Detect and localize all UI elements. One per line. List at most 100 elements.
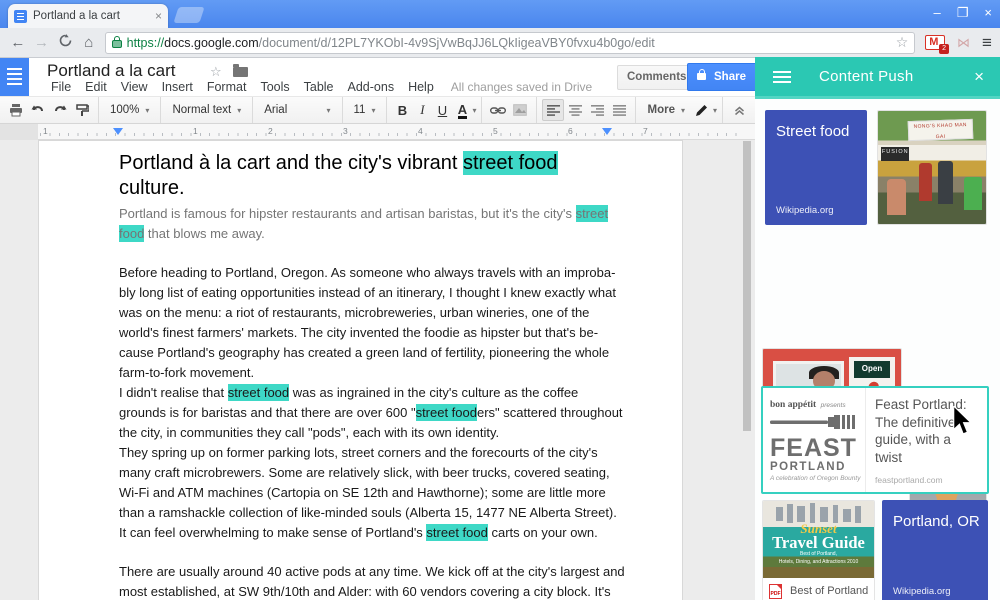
menu-help[interactable]: Help (401, 80, 441, 94)
card-title: Feast Portland: The definitive guide, wi… (875, 396, 981, 466)
lock-icon (697, 73, 706, 80)
doc-block-spacer (119, 543, 622, 562)
fork-icon (770, 415, 861, 434)
paragraph-style-select[interactable]: Normal text▾ (166, 99, 247, 121)
menu-edit[interactable]: Edit (78, 80, 114, 94)
secure-lock-icon (112, 40, 122, 48)
ruler-ticks (40, 133, 740, 136)
font-select[interactable]: Arial▾ (258, 99, 336, 121)
panel-close-icon[interactable]: × (974, 67, 984, 87)
menu-format[interactable]: Format (200, 80, 254, 94)
comments-button[interactable]: Comments (617, 65, 696, 90)
document-scrollbar[interactable] (742, 141, 752, 600)
edit-mode-dropdown-icon[interactable]: ▾ (713, 106, 717, 115)
url-host: docs.google.com (164, 36, 259, 50)
address-bar[interactable]: https://docs.google.com/document/d/12PL7… (105, 32, 916, 54)
align-right-button[interactable] (586, 99, 608, 121)
highlighted-text: street food (426, 524, 487, 541)
card-title: Street food (765, 110, 867, 141)
ruler-number: 3 (343, 126, 348, 136)
menu-file[interactable]: File (44, 80, 78, 94)
window-restore-button[interactable]: ❐ (957, 4, 969, 22)
print-button[interactable] (5, 99, 27, 121)
browser-toolbar: ← → ⌂ https://docs.google.com/document/d… (0, 28, 1000, 58)
text-color-dropdown-icon[interactable]: ▾ (472, 106, 476, 115)
collapse-toolbar-icon[interactable] (728, 99, 750, 121)
document-area: Portland à la cart and the city's vibran… (0, 140, 755, 600)
align-center-button[interactable] (564, 99, 586, 121)
insert-image-button[interactable] (509, 99, 531, 121)
card-feast-portland[interactable]: bon appétit presents FEAST PORTLAND A ce… (761, 386, 989, 494)
docs-logo-icon[interactable] (0, 58, 29, 96)
ruler-number: 1 (193, 126, 198, 136)
font-size-select[interactable]: 11▾ (348, 99, 382, 121)
document-title[interactable]: Portland a la cart (47, 61, 176, 81)
card-sunset-travel-guide[interactable]: Sunset Travel Guide Best of Portland,Hot… (762, 500, 875, 600)
document-page[interactable]: Portland à la cart and the city's vibran… (38, 140, 683, 600)
undo-button[interactable] (27, 99, 49, 121)
zoom-select[interactable]: 100%▾ (104, 99, 155, 121)
window-minimize-button[interactable]: – (934, 4, 941, 22)
panel-title: Content Push (819, 68, 914, 85)
move-to-folder-icon[interactable] (233, 67, 248, 77)
menu-tools[interactable]: Tools (253, 80, 296, 94)
feast-logo: bon appétit presents FEAST PORTLAND A ce… (763, 388, 866, 492)
edit-mode-pen-icon[interactable] (691, 99, 713, 121)
ruler-number: 1 (43, 126, 48, 136)
redo-button[interactable] (49, 99, 71, 121)
ruler-number: 6 (568, 126, 573, 136)
doc-block-body: Before heading to Portland, Oregon. As s… (119, 263, 622, 383)
browser-tab[interactable]: Portland a la cart × (8, 4, 168, 28)
gmail-extension-icon[interactable]: 2 (925, 35, 945, 50)
card-street-food-wikipedia[interactable]: Street food Wikipedia.org (765, 110, 867, 225)
screen: Portland a la cart × – ❐ × ← → ⌂ https:/… (0, 0, 1000, 600)
back-button[interactable]: ← (6, 34, 30, 51)
menu-insert[interactable]: Insert (155, 80, 200, 94)
share-button[interactable]: Share (687, 63, 759, 91)
tab-close-icon[interactable]: × (155, 9, 162, 23)
reload-button[interactable] (53, 34, 77, 51)
underline-button[interactable]: U (432, 103, 452, 118)
bookmark-star-icon[interactable]: ☆ (896, 34, 909, 51)
panel-menu-icon[interactable] (773, 71, 791, 83)
panel-header: Content Push × (755, 57, 1000, 99)
menu-view[interactable]: View (114, 80, 155, 94)
cart-banner-text: NONG'S KHAO MAN GAI (908, 119, 973, 142)
travel-guide-cover: Sunset Travel Guide Best of Portland,Hot… (763, 501, 874, 578)
bold-button[interactable]: B (392, 103, 412, 118)
ruler-number: 2 (268, 126, 273, 136)
window-close-button[interactable]: × (984, 4, 992, 22)
chrome-menu-icon[interactable]: ≡ (982, 33, 992, 53)
suggestion-cards: Street food Wikipedia.org NONG'S KHAO MA… (755, 102, 1000, 600)
ruler-number: 5 (493, 126, 498, 136)
indent-marker-right[interactable] (602, 128, 612, 135)
scrollbar-thumb[interactable] (743, 141, 751, 431)
new-tab-button[interactable] (173, 7, 204, 23)
italic-button[interactable]: I (412, 102, 432, 118)
card-source: Wikipedia.org (776, 205, 834, 216)
insert-link-button[interactable] (487, 99, 509, 121)
photo-food-cart[interactable]: NONG'S KHAO MAN GAI FUSION (877, 110, 987, 225)
justify-button[interactable] (608, 99, 630, 121)
highlighted-text: street (576, 205, 609, 222)
home-button[interactable]: ⌂ (77, 34, 101, 51)
indent-marker-left[interactable] (113, 128, 123, 135)
menu-table[interactable]: Table (297, 80, 341, 94)
menu-addons[interactable]: Add-ons (341, 80, 402, 94)
tab-title: Portland a la cart (33, 10, 151, 22)
align-left-button[interactable] (542, 99, 564, 121)
docs-favicon-icon (14, 10, 27, 23)
text-color-button[interactable]: A (452, 102, 472, 119)
docs-menubar: FileEditViewInsertFormatToolsTableAdd-on… (44, 80, 592, 94)
more-button[interactable]: More▾ (641, 99, 691, 121)
extension-icon[interactable]: ⋈ (957, 35, 970, 51)
card-portland-or-wikipedia[interactable]: Portland, OR Wikipedia.org (882, 500, 988, 600)
star-document-icon[interactable]: ☆ (210, 64, 222, 80)
open-sign: Open (854, 361, 890, 379)
forward-button[interactable]: → (30, 34, 54, 51)
url-path: /document/d/12PL7YKObI-4v9SjVwBqJJ6LQkIi… (259, 36, 655, 50)
content-push-panel: Content Push × Street food Wikipedia.org… (755, 57, 1000, 600)
fusion-sign: FUSION (881, 147, 909, 161)
highlighted-text: street food (416, 404, 477, 421)
paint-format-button[interactable] (71, 99, 93, 121)
